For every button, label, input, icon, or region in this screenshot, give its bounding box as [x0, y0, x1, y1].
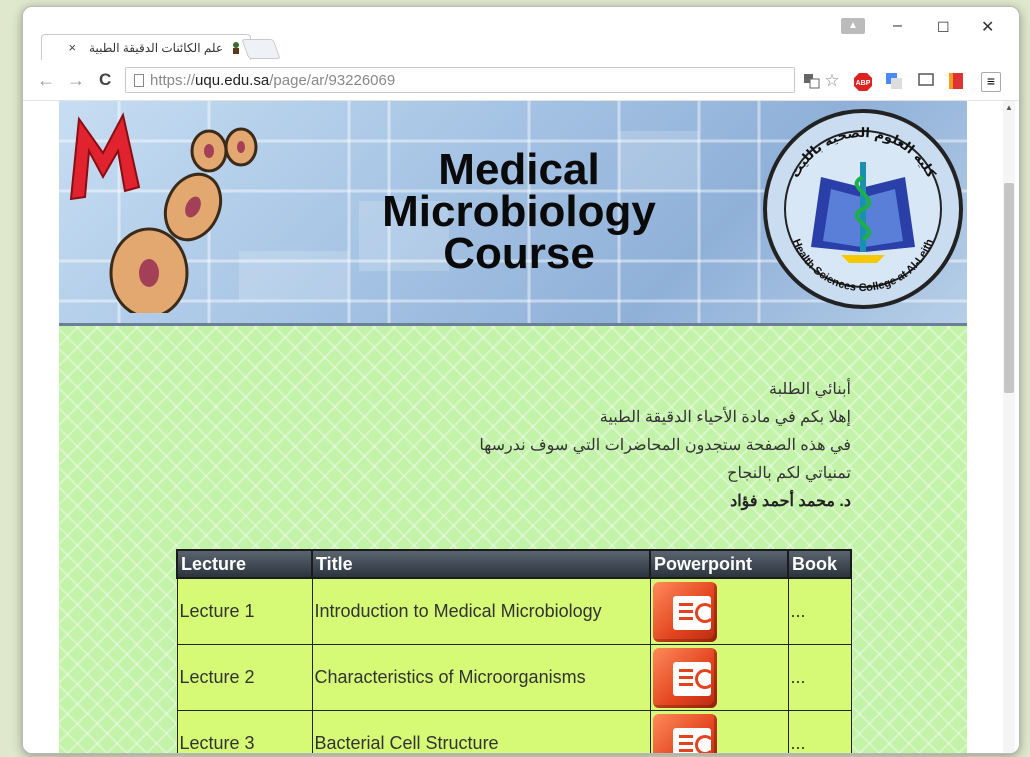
powerpoint-cell: [649, 644, 789, 711]
adblock-icon[interactable]: ABP: [853, 72, 872, 91]
powerpoint-icon[interactable]: [652, 581, 717, 642]
svg-text:ABP: ABP: [856, 80, 871, 87]
book-cell[interactable]: ...: [787, 577, 852, 645]
header-lecture: Lecture: [176, 549, 313, 579]
table-header-row: Lecture Title Powerpoint Book: [176, 549, 852, 579]
url-protocol: https://: [150, 71, 196, 89]
vertical-scrollbar[interactable]: ▲: [1003, 101, 1015, 753]
content-area: أبنائي الطلبة إهلا بكم في مادة الأحياء ا…: [59, 326, 967, 753]
profile-icon[interactable]: ▲: [841, 18, 865, 34]
table-row: Lecture 2 Characteristics of Microorgani…: [176, 644, 852, 711]
reload-icon[interactable]: C: [99, 70, 111, 90]
table-row: Lecture 1 Introduction to Medical Microb…: [176, 577, 852, 645]
powerpoint-cell: [649, 710, 789, 753]
banner-title-line1: Medical: [438, 145, 600, 194]
powerpoint-icon[interactable]: [652, 647, 717, 708]
favicon-icon: [230, 41, 242, 55]
intro-message: أبنائي الطلبة إهلا بكم في مادة الأحياء ا…: [351, 376, 851, 516]
forward-arrow-icon[interactable]: →: [67, 70, 85, 91]
lecture-cell: Lecture 3: [176, 710, 313, 753]
browser-toolbar: ← → C https://uqu.edu.sa/page/ar/9322606…: [23, 62, 1019, 101]
tab-close-icon[interactable]: ×: [68, 40, 76, 55]
url-host: uqu.edu.sa: [195, 71, 270, 89]
header-book: Book: [787, 549, 852, 579]
browser-window: × علم الكائنات الدقيقة الطبية ▲ – ☐ ✕ ← …: [22, 6, 1020, 754]
college-seal-icon: كلية العلوم الصحية بالليث Health Science…: [763, 109, 963, 309]
title-cell: Characteristics of Microorganisms: [311, 644, 651, 711]
intro-signature: د. محمد أحمد فؤاد: [730, 493, 851, 510]
intro-line-1: أبنائي الطلبة: [769, 381, 851, 398]
browser-tab[interactable]: × علم الكائنات الدقيقة الطبية: [41, 34, 251, 60]
bookmark-star-icon[interactable]: ☆: [823, 72, 841, 90]
course-banner: Medical Microbiology Course كلية العلوم …: [59, 101, 967, 326]
title-bar: × علم الكائنات الدقيقة الطبية ▲ – ☐ ✕: [23, 7, 1019, 63]
google-translate-icon[interactable]: [885, 72, 903, 90]
title-cell: Introduction to Medical Microbiology: [311, 577, 651, 645]
url-path: /page/ar/93226069: [269, 71, 396, 89]
powerpoint-icon[interactable]: [652, 713, 717, 753]
page-icon: [134, 73, 144, 87]
intro-line-2: إهلا بكم في مادة الأحياء الدقيقة الطبية: [599, 409, 851, 426]
cast-icon[interactable]: [917, 72, 935, 90]
tab-title: علم الكائنات الدقيقة الطبية: [89, 40, 223, 55]
back-arrow-icon[interactable]: ←: [37, 70, 55, 91]
page-viewport: Medical Microbiology Course كلية العلوم …: [23, 101, 1019, 753]
intro-line-4: تمنياتي لكم بالنجاح: [727, 465, 851, 482]
book-cell[interactable]: ...: [787, 710, 852, 753]
banner-title: Medical Microbiology Course: [319, 145, 719, 278]
menu-icon[interactable]: ≡: [981, 72, 1001, 92]
banner-title-line3: Course: [443, 229, 595, 278]
powerpoint-cell: [649, 577, 789, 645]
new-tab-button[interactable]: [241, 39, 281, 59]
book-cell[interactable]: ...: [787, 644, 852, 711]
page-content: Medical Microbiology Course كلية العلوم …: [59, 101, 967, 753]
microbe-logo-icon: [69, 112, 258, 313]
close-window-button[interactable]: ✕: [981, 17, 994, 37]
minimize-button[interactable]: –: [893, 17, 902, 35]
maximize-button[interactable]: ☐: [937, 19, 950, 36]
intro-line-3: في هذه الصفحة ستجدون المحاضرات التي سوف …: [479, 437, 851, 454]
translate-page-icon[interactable]: [803, 72, 821, 90]
scrollbar-thumb[interactable]: [1004, 183, 1014, 393]
address-bar[interactable]: https://uqu.edu.sa/page/ar/93226069: [125, 67, 795, 93]
lecture-cell: Lecture 1: [176, 577, 313, 645]
title-cell: Bacterial Cell Structure: [311, 710, 651, 753]
table-row: Lecture 3 Bacterial Cell Structure ...: [176, 710, 852, 753]
header-powerpoint: Powerpoint: [649, 549, 789, 579]
banner-title-line2: Microbiology: [382, 187, 656, 236]
lectures-table: Lecture Title Powerpoint Book Lecture 1 …: [176, 549, 852, 753]
scroll-up-icon[interactable]: ▲: [1005, 103, 1013, 112]
lecture-cell: Lecture 2: [176, 644, 313, 711]
extension-book-icon[interactable]: [947, 72, 965, 90]
header-title: Title: [311, 549, 651, 579]
